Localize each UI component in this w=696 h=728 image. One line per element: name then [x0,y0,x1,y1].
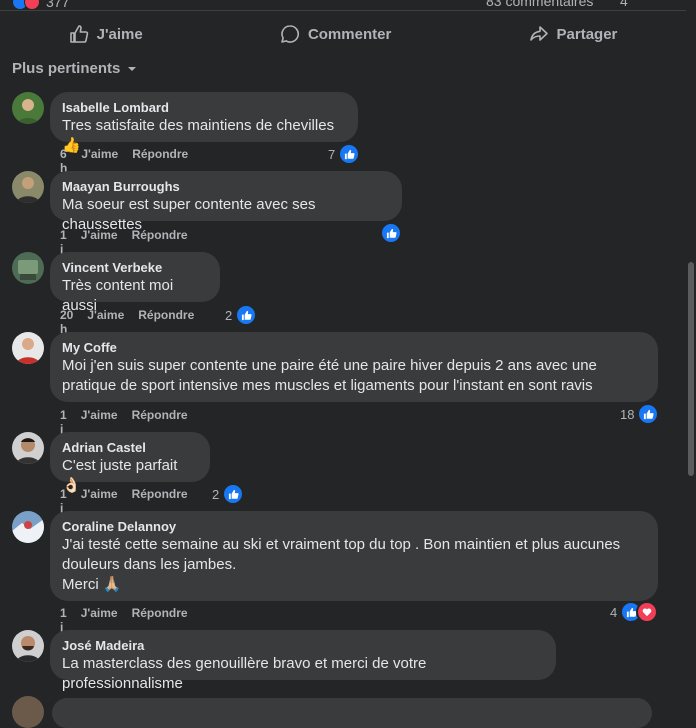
comment-bubble: Adrian Castel C'est juste parfait 👌🏻 [50,432,210,494]
comment-button-label: Commenter [307,25,392,43]
comment-button[interactable]: Commenter [260,18,411,50]
comment-bubble: My Coffe Moi j'en suis super contente un… [50,332,658,402]
comment-reactions[interactable]: 18 [620,403,660,425]
reaction-count: 18 [620,406,635,422]
like-reaction-icon [222,483,245,505]
comment-text: douleurs dans les jambes. [62,556,237,573]
scrollbar-track[interactable] [686,0,696,708]
comment-text: La masterclass des genouillère bravo et … [62,655,427,692]
like-reaction-icon [637,403,660,425]
speech-bubble-icon [281,25,299,43]
comment-bubble: Vincent Verbeke Très content moi aussi [50,252,220,314]
comment-text: Merci 🙏🏼 [62,576,122,593]
comment-composer-input[interactable] [52,698,652,728]
comment-reactions[interactable]: 2 [212,483,245,505]
avatar[interactable] [12,92,44,124]
like-reaction-icon [338,143,361,165]
avatar[interactable] [12,511,44,543]
scrollbar-thumb[interactable] [688,262,694,476]
comment-author[interactable]: My Coffe [62,340,646,356]
like-reaction-icon [380,222,402,244]
reaction-summary-bar: 377 83 commentaires 4 partages [0,0,686,11]
love-reaction-icon [24,0,40,10]
comments-count[interactable]: 83 commentaires [486,0,593,9]
comment-author[interactable]: Adrian Castel [62,440,198,456]
comment-bubble: José Madeira La masterclass des genouill… [50,630,556,692]
comment-bubble: Maayan Burroughs Ma soeur est super cont… [50,171,402,233]
like-button-label: J'aime [96,25,143,43]
share-button[interactable]: Partager [509,18,638,50]
avatar[interactable] [12,432,44,464]
comment-author[interactable]: Coraline Delannoy [62,519,646,535]
comment-author[interactable]: Isabelle Lombard [62,100,346,116]
reaction-count: 2 [225,307,233,323]
like-reaction-icon [235,304,258,326]
comment-bubble: Isabelle Lombard Tres satisfaite des mai… [50,92,358,154]
comment-text: Moi j'en suis super contente une paire é… [62,357,597,374]
love-reaction-icon [636,601,659,623]
comment-author[interactable]: Maayan Burroughs [62,179,390,195]
composer-avatar[interactable] [12,696,44,728]
comment-author[interactable]: José Madeira [62,638,544,654]
comment-author[interactable]: Vincent Verbeke [62,260,208,276]
reaction-summary[interactable]: 377 [12,0,69,10]
shares-count[interactable]: 4 partages [620,0,686,10]
reaction-count[interactable]: 377 [46,0,69,10]
comment-bubble: Coraline Delannoy J'ai testé cette semai… [50,511,658,601]
avatar[interactable] [12,332,44,364]
avatar[interactable] [12,630,44,662]
comment-reactions[interactable] [380,222,402,244]
sort-dropdown[interactable]: Plus pertinents [12,60,138,77]
like-button[interactable]: J'aime [49,18,163,50]
reaction-count: 7 [328,146,336,162]
chevron-down-icon [128,66,137,71]
share-arrow-icon [529,26,548,41]
comment-reactions[interactable]: 2 [225,304,258,326]
comment-reactions[interactable]: 7 [328,143,361,165]
thumbs-up-icon [69,25,88,43]
comment-reactions[interactable]: 4 [610,601,659,623]
comment-text: pratique de sport intensive mes muscles … [62,377,593,394]
avatar[interactable] [12,171,44,203]
reaction-count: 4 [610,604,618,620]
comment-text: J'ai testé cette semaine au ski et vraim… [62,536,621,553]
reaction-count: 2 [212,486,220,502]
avatar[interactable] [12,252,44,284]
sort-label: Plus pertinents [12,60,121,77]
share-button-label: Partager [556,25,618,43]
post-action-bar: J'aime Commenter Partager [0,16,686,52]
